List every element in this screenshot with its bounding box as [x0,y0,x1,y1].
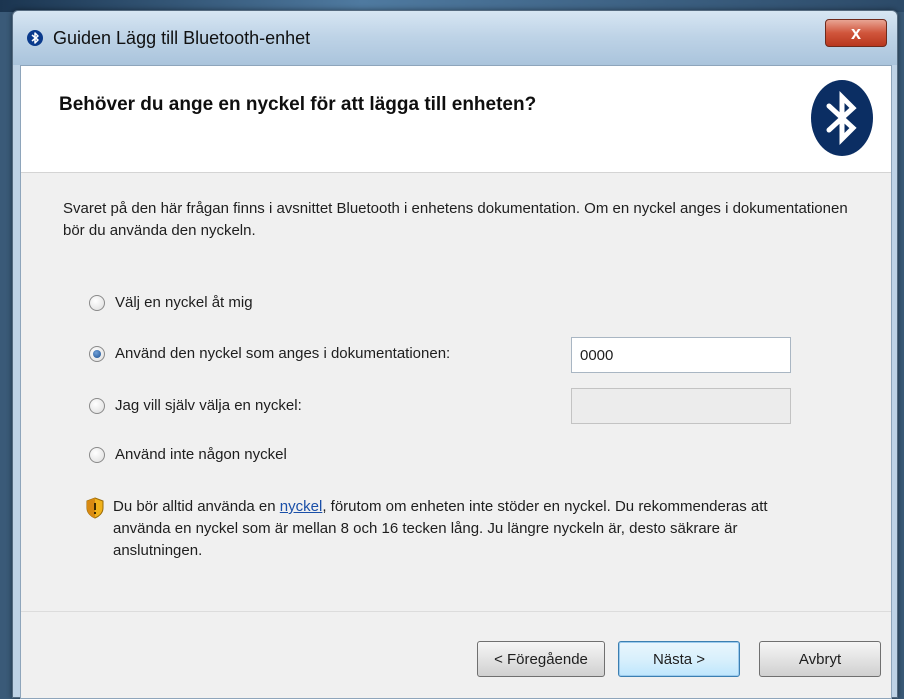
security-notice-text: Du bör alltid använda en nyckel, förutom… [113,496,805,562]
next-button[interactable]: Nästa > [618,641,740,677]
page-heading: Behöver du ange en nyckel för att lägga … [59,94,537,115]
notice-prefix: Du bör alltid använda en [113,498,280,515]
close-icon: x [850,22,861,43]
security-notice: Du bör alltid använda en nyckel, förutom… [85,496,805,562]
description-text: Svaret på den här frågan finns i avsnitt… [63,200,848,239]
radio-documented-key[interactable] [89,345,105,362]
wizard-content: Behöver du ange en nyckel för att lägga … [20,65,892,699]
option-documented-key-label: Använd den nyckel som anges i dokumentat… [115,345,451,362]
footer-divider [21,611,891,612]
radio-custom-key[interactable] [89,397,105,414]
option-auto-key[interactable]: Välj en nyckel åt mig [89,294,253,311]
title-bar[interactable]: Guiden Lägg till Bluetooth-enhet x [13,11,897,65]
bluetooth-icon [811,80,873,156]
wizard-window: Guiden Lägg till Bluetooth-enhet x Behöv… [12,10,898,699]
close-button[interactable]: x [825,19,887,47]
custom-key-field[interactable] [571,388,791,424]
radio-no-key[interactable] [89,446,105,463]
back-button[interactable]: < Föregående [477,641,605,677]
shield-warning-icon [85,497,105,524]
option-no-key-label: Använd inte någon nyckel [115,446,287,463]
bluetooth-small-icon [27,30,43,46]
radio-auto-key[interactable] [89,294,105,311]
option-custom-key[interactable]: Jag vill själv välja en nyckel: [89,397,302,414]
cancel-button[interactable]: Avbryt [759,641,881,677]
window-title: Guiden Lägg till Bluetooth-enhet [53,28,311,48]
key-help-link[interactable]: nyckel [280,498,323,515]
option-custom-key-label: Jag vill själv välja en nyckel: [115,397,302,414]
option-no-key[interactable]: Använd inte någon nyckel [89,446,287,463]
option-auto-key-label: Välj en nyckel åt mig [115,294,253,311]
header-band: Behöver du ange en nyckel för att lägga … [21,66,891,173]
option-documented-key[interactable]: Använd den nyckel som anges i dokumentat… [89,345,450,362]
documented-key-field[interactable] [571,337,791,373]
